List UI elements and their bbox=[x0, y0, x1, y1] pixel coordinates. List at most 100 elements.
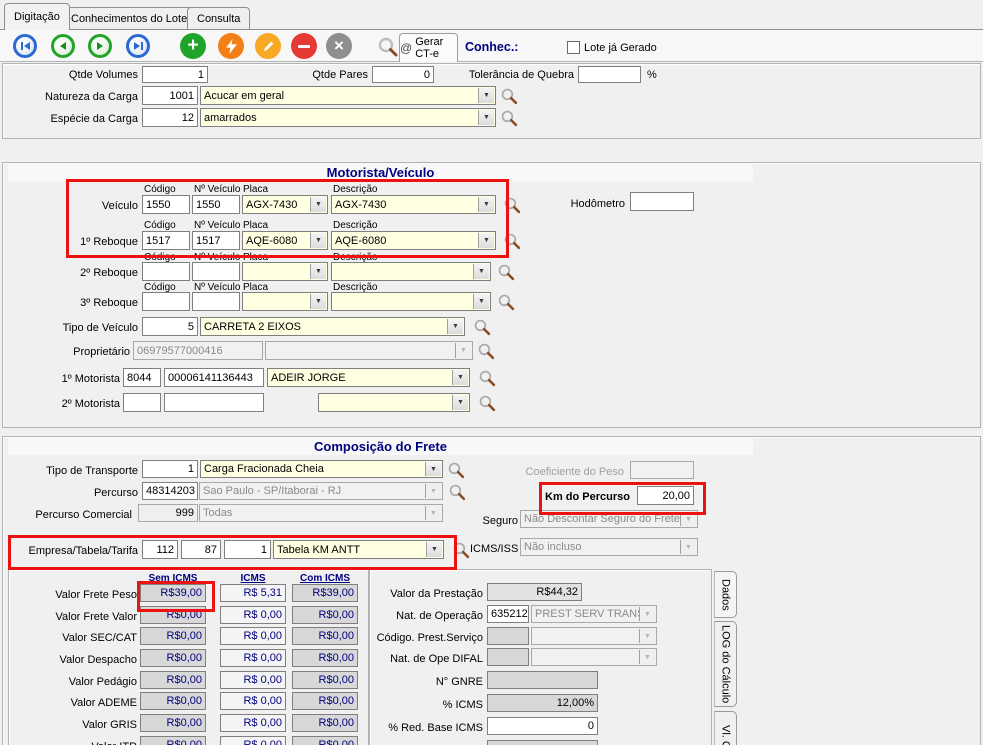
natureza-carga-combobox[interactable]: Acucar em geral bbox=[200, 86, 496, 105]
combo-value: AQE-6080 bbox=[246, 235, 297, 247]
tarifa-search-icon[interactable] bbox=[452, 541, 470, 559]
at-icon: @ bbox=[400, 41, 412, 55]
veiculo-codigo-field[interactable]: 1550 bbox=[142, 195, 190, 214]
especie-carga-code-field[interactable]: 12 bbox=[142, 108, 198, 127]
search-button[interactable] bbox=[377, 36, 399, 58]
motorista2-nome-combobox[interactable] bbox=[318, 393, 470, 412]
percurso-code-field[interactable]: 48314203 bbox=[142, 482, 198, 500]
motorista1-codigo-field[interactable]: 8044 bbox=[123, 368, 161, 387]
first-record-button[interactable] bbox=[13, 34, 37, 58]
motorista2-codigo-field[interactable] bbox=[123, 393, 161, 412]
tipo-veiculo-search-icon[interactable] bbox=[473, 318, 491, 336]
reboque2-search-icon[interactable] bbox=[497, 263, 515, 281]
chevron-down-icon[interactable] bbox=[452, 370, 468, 385]
chevron-down-icon[interactable] bbox=[447, 319, 463, 334]
reboque1-search-icon[interactable] bbox=[503, 232, 521, 250]
tipo-veiculo-code-field[interactable]: 5 bbox=[142, 317, 198, 336]
chevron-down-icon[interactable] bbox=[473, 264, 489, 279]
reboque3-search-icon[interactable] bbox=[497, 293, 515, 311]
motorista2-search-icon[interactable] bbox=[478, 394, 496, 412]
reboque3-codigo-field[interactable] bbox=[142, 292, 190, 311]
chevron-down-icon[interactable] bbox=[478, 233, 494, 248]
chevron-down-icon[interactable] bbox=[426, 542, 442, 557]
veiculo-search-icon[interactable] bbox=[503, 196, 521, 214]
tab-digitacao[interactable]: Digitação bbox=[4, 3, 70, 30]
edit-button[interactable] bbox=[255, 33, 281, 59]
reboque1-numero-field[interactable]: 1517 bbox=[192, 231, 240, 250]
execute-button[interactable] bbox=[218, 33, 244, 59]
prior-record-button[interactable] bbox=[51, 34, 75, 58]
gerar-cte-button[interactable]: @ Gerar CT-e bbox=[399, 33, 458, 62]
motorista1-documento-field[interactable]: 00006141136443 bbox=[164, 368, 264, 387]
add-button[interactable]: + bbox=[180, 33, 206, 59]
side-tab-dados[interactable]: Dados bbox=[714, 571, 737, 618]
tab-consulta[interactable]: Consulta bbox=[187, 7, 250, 30]
especie-search-icon[interactable] bbox=[500, 109, 518, 127]
side-tab-log-do-calculo[interactable]: LOG do Cálculo bbox=[714, 621, 737, 707]
chevron-down-icon[interactable] bbox=[310, 264, 326, 279]
reboque3-placa-combobox[interactable] bbox=[242, 292, 328, 311]
reboque1-codigo-field[interactable]: 1517 bbox=[142, 231, 190, 250]
col-header-placa: Placa bbox=[243, 184, 268, 195]
reboque1-descricao-combobox[interactable]: AQE-6080 bbox=[331, 231, 496, 250]
chevron-down-icon[interactable] bbox=[310, 294, 326, 309]
nat-operacao-code-field[interactable]: 635212 bbox=[487, 605, 529, 623]
veiculo-descricao-combobox[interactable]: AGX-7430 bbox=[331, 195, 496, 214]
km-percurso-field[interactable]: 20,00 bbox=[637, 486, 694, 505]
chevron-down-icon[interactable] bbox=[478, 197, 494, 212]
reboque2-placa-combobox[interactable] bbox=[242, 262, 328, 281]
chevron-down-icon[interactable] bbox=[310, 233, 326, 248]
qtde-pares-field[interactable]: 0 bbox=[372, 66, 434, 83]
percurso-label: Percurso bbox=[20, 486, 138, 500]
delete-button[interactable] bbox=[291, 33, 317, 59]
chevron-down-icon[interactable] bbox=[452, 395, 468, 410]
empresa-code-field[interactable]: 112 bbox=[142, 540, 178, 559]
natureza-carga-code-field[interactable]: 1001 bbox=[142, 86, 198, 105]
motorista1-nome-combobox[interactable]: ADEIR JORGE bbox=[267, 368, 470, 387]
especie-carga-combobox[interactable]: amarrados bbox=[200, 108, 496, 127]
chevron-down-icon[interactable] bbox=[478, 110, 494, 125]
reboque3-numero-field[interactable] bbox=[192, 292, 240, 311]
reboque3-descricao-combobox[interactable] bbox=[331, 292, 491, 311]
tab-conhecimentos-do-lote[interactable]: Conhecimentos do Lote bbox=[61, 7, 197, 30]
last-record-button[interactable] bbox=[126, 34, 150, 58]
veiculo-placa-combobox[interactable]: AGX-7430 bbox=[242, 195, 328, 214]
chevron-down-icon[interactable] bbox=[310, 197, 326, 212]
chevron-down-icon[interactable] bbox=[473, 294, 489, 309]
tabela-code-field[interactable]: 87 bbox=[181, 540, 221, 559]
tipo-transporte-search-icon[interactable] bbox=[447, 461, 465, 479]
red-base-icms-field[interactable]: 0 bbox=[487, 717, 598, 735]
side-tab-vl-cal[interactable]: Vl. Cal bbox=[714, 711, 737, 745]
veiculo-numero-field[interactable]: 1550 bbox=[192, 195, 240, 214]
proprietario-field: 06979577000416 bbox=[133, 341, 263, 360]
cancel-button[interactable]: × bbox=[326, 33, 352, 59]
next-record-button[interactable] bbox=[88, 34, 112, 58]
tarifa-code-field[interactable]: 1 bbox=[224, 540, 271, 559]
tipo-transporte-combobox[interactable]: Carga Fracionada Cheia bbox=[200, 460, 443, 478]
tarifa-combobox[interactable]: Tabela KM ANTT bbox=[273, 540, 444, 559]
natureza-search-icon[interactable] bbox=[500, 87, 518, 105]
reboque2-numero-field[interactable] bbox=[192, 262, 240, 281]
percurso-search-icon[interactable] bbox=[448, 483, 466, 501]
motorista1-search-icon[interactable] bbox=[478, 369, 496, 387]
tolerancia-quebra-field[interactable] bbox=[578, 66, 641, 83]
reboque2-descricao-combobox[interactable] bbox=[331, 262, 491, 281]
hodometro-field[interactable] bbox=[630, 192, 694, 211]
valor-despacho-icms-field: R$ 0,00 bbox=[220, 649, 286, 667]
lote-ja-gerado-checkbox[interactable] bbox=[567, 41, 580, 54]
tipo-veiculo-combobox[interactable]: CARRETA 2 EIXOS bbox=[200, 317, 465, 336]
gnre-label: N° GNRE bbox=[350, 675, 483, 689]
tipo-transporte-code-field[interactable]: 1 bbox=[142, 460, 198, 478]
percurso-comercial-combobox: Todas bbox=[199, 504, 443, 522]
chevron-down-icon[interactable] bbox=[425, 462, 441, 476]
proprietario-search-icon[interactable] bbox=[477, 342, 495, 360]
reboque2-codigo-field[interactable] bbox=[142, 262, 190, 281]
valores-row-label: Valor SEC/CAT bbox=[18, 631, 137, 645]
qtde-volumes-field[interactable]: 1 bbox=[142, 66, 208, 83]
motorista2-documento-field[interactable] bbox=[164, 393, 264, 412]
valor-despacho-sem-icms-field: R$0,00 bbox=[140, 649, 206, 667]
tab-label: Digitação bbox=[14, 11, 60, 23]
reboque1-placa-combobox[interactable]: AQE-6080 bbox=[242, 231, 328, 250]
combo-value: PREST SERV TRANSI bbox=[535, 608, 647, 620]
chevron-down-icon[interactable] bbox=[478, 88, 494, 103]
